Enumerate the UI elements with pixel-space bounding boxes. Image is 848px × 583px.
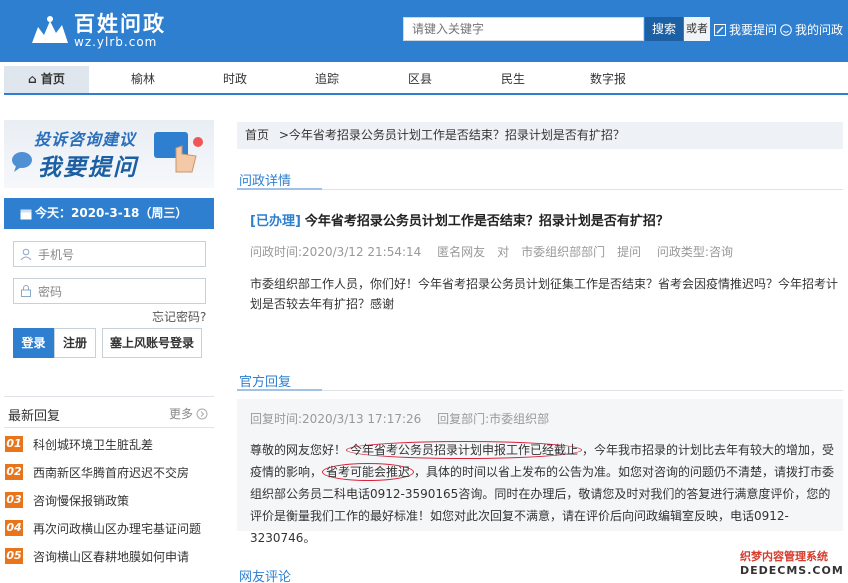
account-login-button[interactable]: 塞上风账号登录 xyxy=(102,328,202,358)
breadcrumb-home[interactable]: 首页 xyxy=(245,128,269,142)
date-bar: 今天：2020-3-18（周三） xyxy=(4,198,214,229)
more-link[interactable]: 更多 xyxy=(169,405,208,422)
list-item[interactable]: 01 科创城环境卫生脏乱差 xyxy=(5,435,153,453)
reply-section-header: 官方回复 xyxy=(237,367,843,391)
latest-replies-header: 最新回复 更多 xyxy=(4,396,214,428)
banner-line2: 我要提问 xyxy=(38,155,138,181)
nav-item-yulin[interactable]: 榆林 xyxy=(118,66,168,93)
password-placeholder: 密码 xyxy=(38,284,63,299)
detail-section-title: 问政详情 xyxy=(239,174,292,189)
touch-screen-icon xyxy=(154,132,203,173)
logo-subtitle: wz.ylrb.com xyxy=(74,35,158,49)
question-title: [已办理] 今年省考招录公务员计划工作是否结束？招录计划是否有扩招？ xyxy=(250,214,669,229)
breadcrumb: 首页 >今年省考招录公务员计划工作是否结束？招录计划是否有扩招？ xyxy=(237,122,843,149)
breadcrumb-separator: > xyxy=(278,128,289,142)
ask-banner[interactable]: 投诉咨询建议 我要提问 xyxy=(4,120,214,188)
watermark: 织梦内容管理系统 DEDECMS.COM xyxy=(737,546,845,580)
nav-item-home[interactable]: ⌂ 首页 xyxy=(4,66,89,93)
reply-section-title: 官方回复 xyxy=(239,375,292,390)
reply-meta: 回复时间:2020/3/13 17:17:26 回复部门:市委组织部 xyxy=(250,412,550,426)
my-questions-label: 我的问政 xyxy=(795,23,844,37)
nav-item-livelihood[interactable]: 民生 xyxy=(488,66,538,93)
ask-question-label: 我要提问 xyxy=(729,23,778,37)
phone-field[interactable]: 手机号 xyxy=(13,241,206,267)
list-item[interactable]: 02 西南新区华腾首府迟迟不交房 xyxy=(5,463,189,481)
list-item[interactable]: 03 咨询慢保报销政策 xyxy=(5,491,129,509)
user-circle-icon xyxy=(780,23,792,36)
nav-item-politics[interactable]: 时政 xyxy=(210,66,260,93)
nav-item-districts[interactable]: 区县 xyxy=(395,66,445,93)
date-text: 今天：2020-3-18（周三） xyxy=(35,206,188,220)
highlight-circle: 今年省考公务员招录计划申报工作已经截止 xyxy=(346,441,583,459)
nav-item-digital-paper[interactable]: 数字报 xyxy=(580,66,636,93)
arrow-right-circle-icon xyxy=(196,408,208,419)
latest-replies-title: 最新回复 xyxy=(8,409,61,424)
site-logo[interactable]: 百姓问政 wz.ylrb.com xyxy=(30,12,166,48)
home-icon: ⌂ xyxy=(28,72,37,86)
speech-bubble-icon xyxy=(12,152,32,172)
search-button[interactable]: 搜索 xyxy=(645,17,683,41)
search-input[interactable] xyxy=(403,17,644,41)
password-field[interactable]: 密码 xyxy=(13,278,206,304)
lock-icon xyxy=(21,285,31,297)
logo-title: 百姓问政 xyxy=(74,12,166,36)
edit-icon xyxy=(714,23,726,36)
nav-item-tracking[interactable]: 追踪 xyxy=(302,66,352,93)
question-body: 市委组织部工作人员，你们好！今年省考招录公务员计划征集工作是否结束？省考会因疫情… xyxy=(250,277,839,311)
banner-line1: 投诉咨询建议 xyxy=(34,130,137,149)
register-button[interactable]: 注册 xyxy=(54,328,96,358)
list-item[interactable]: 04 再次问政横山区办理宅基证问题 xyxy=(5,519,201,537)
calendar-icon xyxy=(20,209,32,219)
forgot-password-link[interactable]: 忘记密码? xyxy=(152,308,206,325)
breadcrumb-current: 今年省考招录公务员计划工作是否结束？招录计划是否有扩招？ xyxy=(288,128,625,142)
logo-icon xyxy=(32,16,68,43)
detail-section-header: 问政详情 xyxy=(237,166,843,190)
login-button[interactable]: 登录 xyxy=(13,328,54,358)
site-header: 百姓问政 wz.ylrb.com 搜索 或者 我要提问 我的问政 xyxy=(0,0,848,62)
user-icon xyxy=(20,248,32,260)
question-meta: 问政时间:2020/3/12 21:54:14 匿名网友 对 市委组织部部门 提… xyxy=(250,245,733,259)
highlight-circle: 省考可能会推迟 xyxy=(322,463,415,481)
my-questions-link[interactable]: 我的问政 xyxy=(780,21,843,38)
reply-body: 尊敬的网友您好！ 今年省考公务员招录计划申报工作已经截止 ，今年我市招录的计划比去年… xyxy=(250,441,835,545)
main-nav: ⌂ 首页 榆林 时政 追踪 区县 民生 数字报 xyxy=(4,66,848,95)
or-button[interactable]: 或者 xyxy=(684,17,710,41)
phone-placeholder: 手机号 xyxy=(38,247,75,262)
list-item[interactable]: 05 咨询横山区春耕地膜如何申请 xyxy=(5,547,189,565)
status-badge: [已办理] xyxy=(250,214,301,229)
ask-question-link[interactable]: 我要提问 xyxy=(714,21,777,38)
comments-section-title: 网友评论 xyxy=(239,570,292,583)
